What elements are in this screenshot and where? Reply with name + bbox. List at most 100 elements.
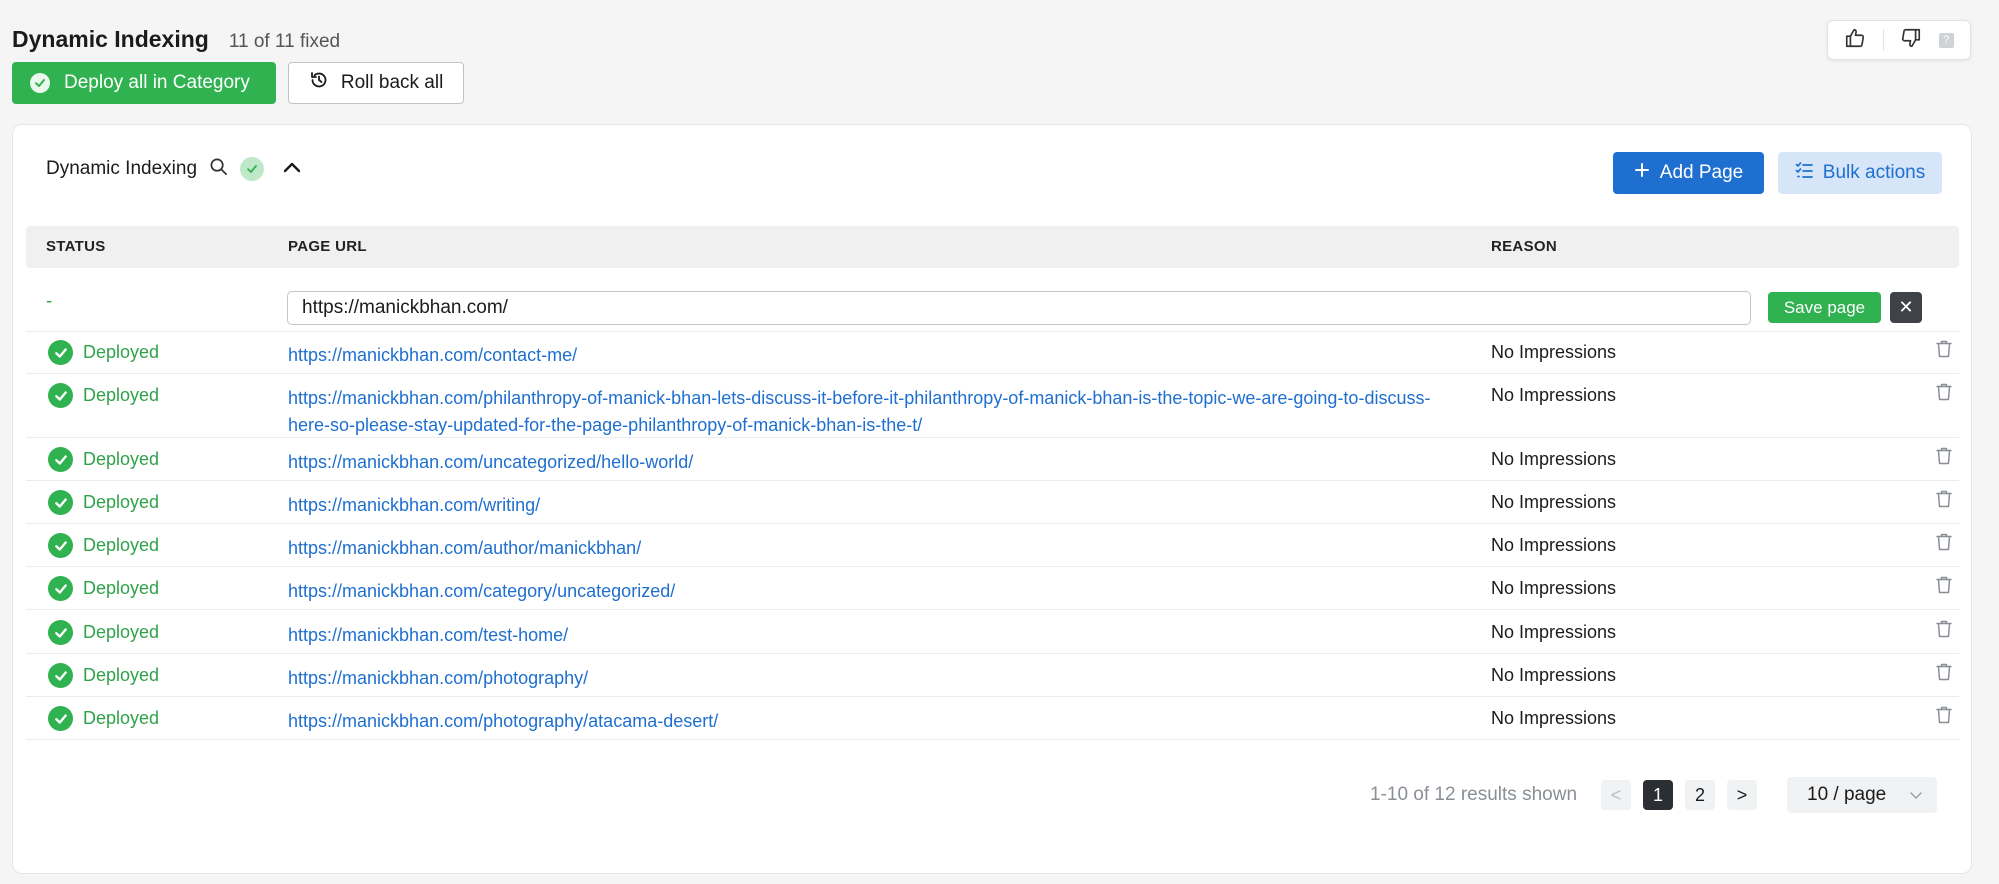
new-page-status: - <box>46 291 53 312</box>
row-reason: No Impressions <box>1491 342 1617 362</box>
trash-icon[interactable] <box>1935 382 1953 407</box>
add-page-label: Add Page <box>1659 162 1744 183</box>
row-page-url-link[interactable]: https://manickbhan.com/test-home/ <box>288 622 1438 649</box>
page-2-button[interactable]: 2 <box>1685 780 1716 810</box>
table-row: Deployed https://manickbhan.com/philanthr… <box>26 374 1959 438</box>
row-status: Deployed <box>48 383 159 408</box>
roll-back-all-button[interactable]: Roll back all <box>287 62 465 104</box>
new-page-row: - Save page ✕ <box>26 277 1959 332</box>
column-reason: REASON <box>1491 238 1557 255</box>
table-row: Deployed https://manickbhan.com/writing/N… <box>26 481 1959 524</box>
row-reason: No Impressions <box>1491 385 1617 405</box>
row-reason: No Impressions <box>1491 449 1617 469</box>
trash-icon[interactable] <box>1935 662 1953 687</box>
save-page-button[interactable]: Save page <box>1768 292 1881 323</box>
row-page-url-link[interactable]: https://manickbhan.com/uncategorized/hel… <box>288 449 1438 476</box>
row-status-label: Deployed <box>83 492 160 512</box>
status-check-icon <box>240 157 265 181</box>
deploy-all-button[interactable]: Deploy all in Category <box>12 62 276 104</box>
row-status: Deployed <box>48 490 159 515</box>
help-icon[interactable]: ? <box>1938 32 1954 48</box>
row-page-url-link[interactable]: https://manickbhan.com/writing/ <box>288 492 1438 519</box>
check-circle-icon <box>48 340 73 365</box>
trash-icon[interactable] <box>1935 705 1953 730</box>
chevron-down-icon <box>1909 784 1923 806</box>
row-reason: No Impressions <box>1491 622 1617 642</box>
fixed-count: 11 of 11 fixed <box>228 31 341 52</box>
row-page-url-link[interactable]: https://manickbhan.com/author/manickbhan… <box>288 535 1438 562</box>
top-actions: Deploy all in Category Roll back all <box>12 62 465 104</box>
feedback-widget: ? <box>1827 20 1971 60</box>
table-row: Deployed https://manickbhan.com/test-home… <box>26 611 1959 654</box>
row-reason: No Impressions <box>1491 708 1617 728</box>
table-row: Deployed https://manickbhan.com/uncategor… <box>26 438 1959 481</box>
thumbs-up-icon[interactable] <box>1844 27 1866 54</box>
column-status: STATUS <box>46 238 106 255</box>
feedback-divider <box>1882 29 1884 51</box>
row-status: Deployed <box>48 706 159 731</box>
check-circle-icon <box>48 447 73 472</box>
check-circle-icon <box>48 663 73 688</box>
row-status-label: Deployed <box>83 342 160 362</box>
trash-icon[interactable] <box>1935 619 1953 644</box>
check-circle-icon <box>48 576 73 601</box>
column-page-url: PAGE URL <box>288 238 367 255</box>
check-circle-icon <box>48 620 73 645</box>
thumbs-down-icon[interactable] <box>1900 27 1922 54</box>
row-status: Deployed <box>48 620 159 645</box>
table-row: Deployed https://manickbhan.com/photograp… <box>26 654 1959 697</box>
row-reason: No Impressions <box>1491 535 1617 555</box>
bulk-actions-button[interactable]: Bulk actions <box>1778 152 1942 194</box>
chevron-up-icon[interactable] <box>282 160 302 179</box>
table-row: Deployed https://manickbhan.com/author/ma… <box>26 524 1959 567</box>
check-circle-icon <box>48 706 73 731</box>
per-page-select[interactable]: 10 / page <box>1787 777 1938 813</box>
table-row: Deployed https://manickbhan.com/photograp… <box>26 697 1959 740</box>
table-header: STATUS PAGE URL REASON <box>26 226 1959 268</box>
row-page-url-link[interactable]: https://manickbhan.com/contact-me/ <box>288 342 1438 369</box>
checklist-icon <box>1795 161 1813 185</box>
deploy-all-label: Deploy all in Category <box>64 72 250 93</box>
next-page-button[interactable]: > <box>1727 780 1758 810</box>
row-status: Deployed <box>48 576 159 601</box>
history-icon <box>309 70 329 96</box>
bulk-actions-label: Bulk actions <box>1822 162 1926 183</box>
row-page-url-link[interactable]: https://manickbhan.com/philanthropy-of-m… <box>288 385 1438 439</box>
row-reason: No Impressions <box>1491 578 1617 598</box>
row-status: Deployed <box>48 447 159 472</box>
row-status-label: Deployed <box>83 622 160 642</box>
row-status: Deployed <box>48 340 159 365</box>
row-status-label: Deployed <box>83 535 160 555</box>
trash-icon[interactable] <box>1935 446 1953 471</box>
plus-icon <box>1634 162 1650 184</box>
roll-back-all-label: Roll back all <box>340 72 444 93</box>
close-icon[interactable]: ✕ <box>1890 292 1922 323</box>
category-card: Dynamic Indexing Add Page Bulk actions S… <box>12 124 1972 874</box>
add-page-button[interactable]: Add Page <box>1613 152 1764 194</box>
row-status-label: Deployed <box>83 578 160 598</box>
per-page-value: 10 / page <box>1807 784 1887 805</box>
row-status-label: Deployed <box>83 665 160 685</box>
trash-icon[interactable] <box>1935 339 1953 364</box>
prev-page-button[interactable]: < <box>1601 780 1632 810</box>
row-status-label: Deployed <box>83 449 160 469</box>
row-status-label: Deployed <box>83 385 160 405</box>
trash-icon[interactable] <box>1935 532 1953 557</box>
page-title: Dynamic Indexing <box>12 26 209 52</box>
check-circle-icon <box>48 533 73 558</box>
row-status-label: Deployed <box>83 708 160 728</box>
card-header: Dynamic Indexing <box>46 157 302 181</box>
row-page-url-link[interactable]: https://manickbhan.com/category/uncatego… <box>288 578 1438 605</box>
row-page-url-link[interactable]: https://manickbhan.com/photography/ataca… <box>288 708 1438 735</box>
page-1-button[interactable]: 1 <box>1643 780 1674 810</box>
row-status: Deployed <box>48 663 159 688</box>
trash-icon[interactable] <box>1935 575 1953 600</box>
row-reason: No Impressions <box>1491 492 1617 512</box>
page-url-input[interactable] <box>287 291 1751 325</box>
row-page-url-link[interactable]: https://manickbhan.com/photography/ <box>288 665 1438 692</box>
card-title: Dynamic Indexing <box>46 158 198 179</box>
row-reason: No Impressions <box>1491 665 1617 685</box>
trash-icon[interactable] <box>1935 489 1953 514</box>
search-icon[interactable] <box>209 157 228 181</box>
check-circle-icon <box>48 383 73 408</box>
